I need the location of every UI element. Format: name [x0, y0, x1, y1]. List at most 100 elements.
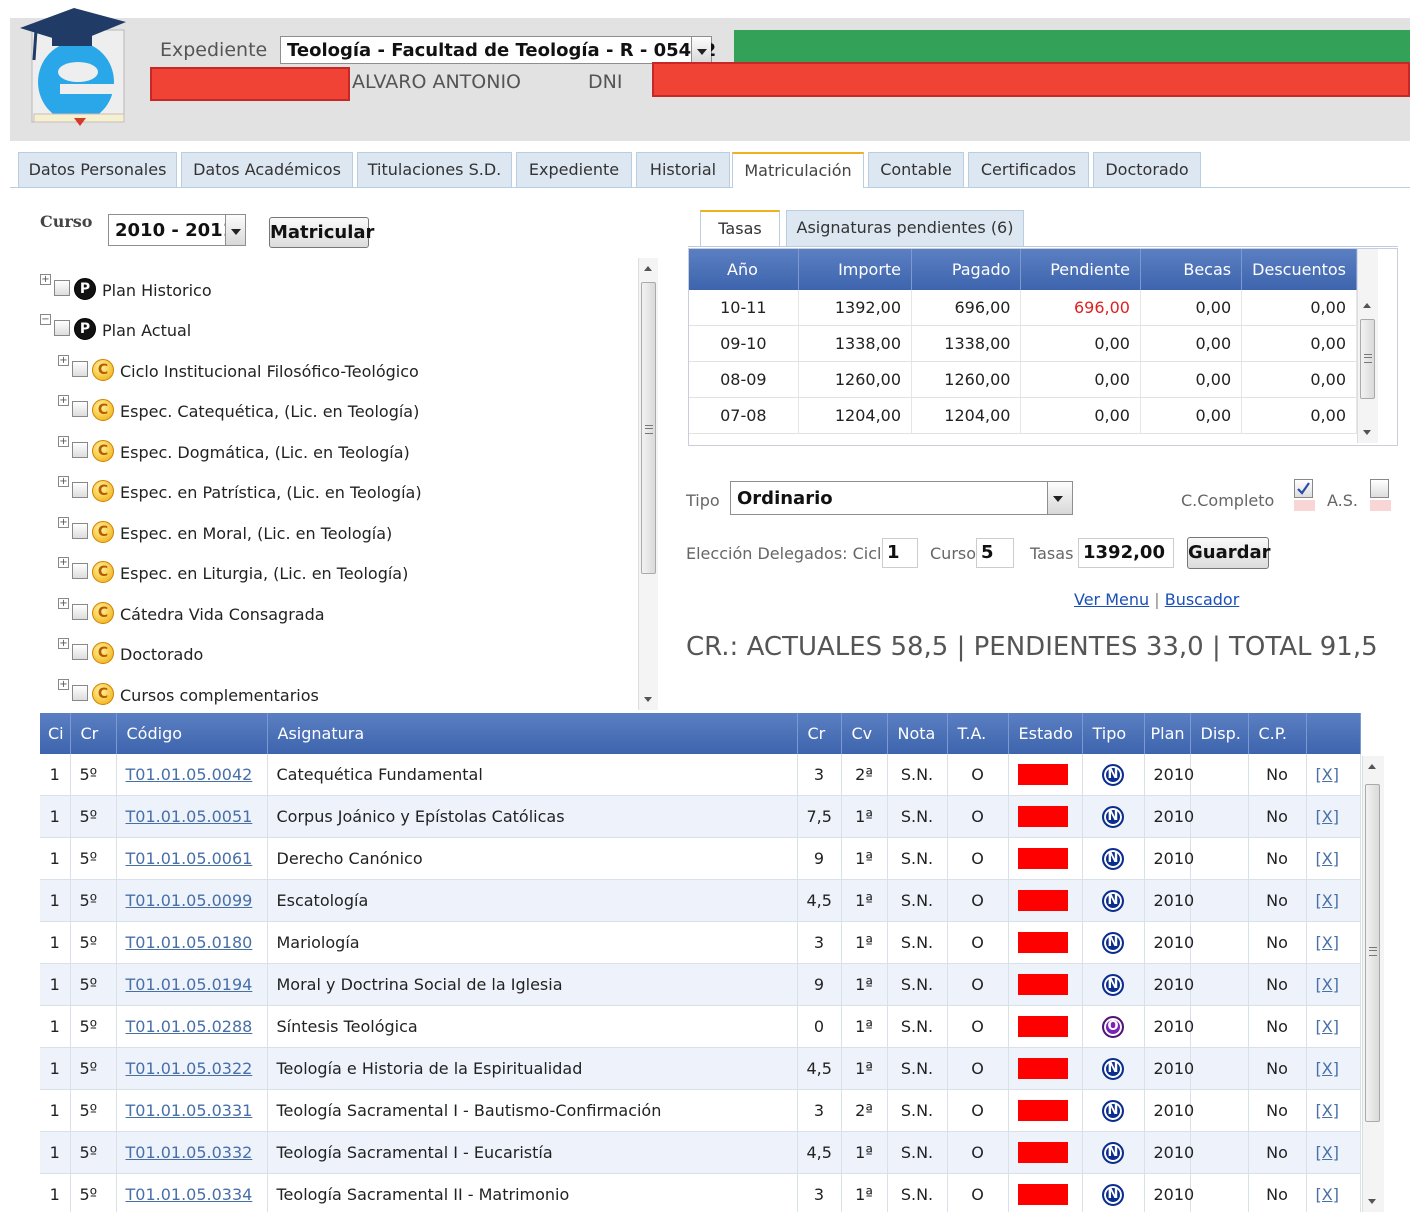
subtab-tasas[interactable]: Tasas — [700, 210, 780, 246]
remove-link[interactable]: [X] — [1316, 891, 1339, 910]
grid-header[interactable]: Plan — [1144, 713, 1191, 754]
remove-link[interactable]: [X] — [1316, 849, 1339, 868]
grid-scrollbar[interactable] — [1362, 756, 1384, 1212]
expediente-select[interactable]: Teología - Facultad de Teología - R - 05… — [280, 36, 716, 64]
table-row[interactable]: 1 5º T01.01.05.0288 Síntesis Teológica 0 1ª S.… — [40, 1005, 1361, 1048]
scroll-down-icon[interactable] — [644, 697, 652, 702]
grid-header[interactable]: Cr — [797, 713, 842, 754]
chevron-down-icon[interactable] — [225, 215, 245, 245]
tree-checkbox[interactable] — [72, 644, 88, 660]
curso-input[interactable]: 5 — [976, 538, 1014, 568]
table-row[interactable]: 1 5º T01.01.05.0099 Escatología 4,5 1ª S.N. O N 2… — [40, 879, 1361, 922]
table-row[interactable]: 1 5º T01.01.05.0194 Moral y Doctrina Social… — [40, 963, 1361, 1006]
matricular-button[interactable]: Matricular — [269, 217, 374, 248]
codigo-link[interactable]: T01.01.05.0051 — [126, 807, 253, 826]
scroll-up-icon[interactable] — [644, 266, 652, 271]
codigo-link[interactable]: T01.01.05.0042 — [126, 765, 253, 784]
table-row[interactable]: 1 5º T01.01.05.0061 Derecho Canónico 9 1ª S.N.… — [40, 837, 1361, 880]
expand-icon[interactable]: + — [58, 598, 69, 609]
grid-header[interactable]: Cr — [70, 713, 117, 754]
remove-link[interactable]: [X] — [1316, 1185, 1339, 1204]
tree-checkbox[interactable] — [72, 361, 88, 377]
chevron-down-icon[interactable] — [1047, 482, 1072, 514]
chevron-down-icon[interactable] — [691, 37, 711, 63]
codigo-link[interactable]: T01.01.05.0334 — [126, 1185, 253, 1204]
expand-icon[interactable]: + — [58, 557, 69, 568]
tree-checkbox[interactable] — [72, 604, 88, 620]
tab-expediente[interactable]: Expediente — [516, 152, 632, 187]
table-row[interactable]: 1 5º T01.01.05.0334 Teología Sacramental II… — [40, 1173, 1361, 1212]
table-row[interactable]: 1 5º T01.01.05.0180 Mariología 3 1ª S.N. O N 2010… — [40, 921, 1361, 964]
tasas-scrollbar[interactable] — [1357, 249, 1378, 443]
tree-scrollbar[interactable] — [638, 258, 658, 710]
remove-link[interactable]: [X] — [1316, 975, 1339, 994]
tab-titulaciones[interactable]: Titulaciones S.D. — [357, 152, 512, 187]
tab-datos-personales[interactable]: Datos Personales — [18, 152, 177, 187]
expand-icon[interactable]: + — [58, 355, 69, 366]
scroll-up-icon[interactable] — [1368, 764, 1376, 769]
remove-link[interactable]: [X] — [1316, 933, 1339, 952]
table-row[interactable]: 1 5º T01.01.05.0051 Corpus Joánico y Epísto… — [40, 795, 1361, 838]
tree-checkbox[interactable] — [72, 401, 88, 417]
expand-icon[interactable]: + — [58, 638, 69, 649]
table-row[interactable]: 09-10 1338,00 1338,00 0,00 0,00 0,00 — [689, 325, 1357, 362]
tab-datos-academicos[interactable]: Datos Académicos — [181, 152, 353, 187]
table-row[interactable]: 1 5º T01.01.05.0331 Teología Sacramental I … — [40, 1089, 1361, 1132]
grid-header[interactable]: Ci — [40, 713, 71, 754]
grid-header[interactable]: Estado — [1008, 713, 1083, 754]
scroll-thumb[interactable] — [1365, 784, 1380, 1122]
expand-icon[interactable]: + — [58, 436, 69, 447]
expand-icon[interactable]: + — [58, 476, 69, 487]
scroll-thumb[interactable] — [641, 282, 656, 574]
codigo-link[interactable]: T01.01.05.0180 — [126, 933, 253, 952]
ciclo-input[interactable]: 1 — [882, 538, 918, 568]
remove-link[interactable]: [X] — [1316, 807, 1339, 826]
codigo-link[interactable]: T01.01.05.0322 — [126, 1059, 253, 1078]
as-checkbox[interactable] — [1370, 479, 1389, 498]
expand-icon[interactable]: + — [58, 395, 69, 406]
scroll-down-icon[interactable] — [1363, 430, 1371, 435]
tasas-input[interactable]: 1392,00 — [1078, 538, 1174, 568]
tab-certificados[interactable]: Certificados — [968, 152, 1089, 187]
tree-checkbox[interactable] — [72, 442, 88, 458]
grid-header[interactable]: Tipo — [1082, 713, 1145, 754]
grid-header[interactable]: T.A. — [947, 713, 1009, 754]
ver-menu-link[interactable]: Ver Menu — [1074, 590, 1149, 609]
tree-checkbox[interactable] — [72, 523, 88, 539]
scroll-down-icon[interactable] — [1368, 1199, 1376, 1204]
table-row[interactable]: 07-08 1204,00 1204,00 0,00 0,00 0,00 — [689, 397, 1357, 434]
tipo-select[interactable]: Ordinario — [730, 481, 1073, 515]
grid-header[interactable]: Disp. — [1190, 713, 1249, 754]
curso-select[interactable]: 2010 - 2011 — [108, 214, 246, 246]
table-row[interactable]: 10-11 1392,00 696,00 696,00 0,00 0,00 — [689, 290, 1357, 326]
tree-checkbox[interactable] — [72, 685, 88, 701]
ccompleto-checkbox[interactable] — [1294, 479, 1313, 498]
codigo-link[interactable]: T01.01.05.0332 — [126, 1143, 253, 1162]
tree-checkbox[interactable] — [72, 563, 88, 579]
table-row[interactable]: 08-09 1260,00 1260,00 0,00 0,00 0,00 — [689, 361, 1357, 398]
guardar-button[interactable]: Guardar — [1187, 537, 1271, 569]
expand-icon[interactable]: + — [58, 679, 69, 690]
grid-header[interactable]: Cv — [841, 713, 888, 754]
tab-contable[interactable]: Contable — [868, 152, 964, 187]
tasas-header[interactable]: Descuentos — [1241, 249, 1357, 290]
tab-doctorado[interactable]: Doctorado — [1093, 152, 1201, 187]
subtab-asignaturas-pendientes[interactable]: Asignaturas pendientes (6) — [786, 210, 1024, 246]
table-row[interactable]: 1 5º T01.01.05.0042 Catequética Fundamental… — [40, 754, 1361, 796]
remove-link[interactable]: [X] — [1316, 1143, 1339, 1162]
collapse-icon[interactable]: − — [40, 314, 51, 325]
tab-historial[interactable]: Historial — [636, 152, 730, 187]
tasas-header[interactable]: Importe — [798, 249, 913, 290]
grid-header[interactable]: C.P. — [1248, 713, 1307, 754]
codigo-link[interactable]: T01.01.05.0194 — [126, 975, 253, 994]
expand-icon[interactable]: + — [40, 274, 51, 285]
tree-checkbox[interactable] — [54, 320, 70, 336]
scroll-up-icon[interactable] — [1363, 303, 1371, 308]
tasas-header[interactable]: Becas — [1140, 249, 1243, 290]
tasas-header[interactable]: Pendiente — [1020, 249, 1141, 290]
tree-checkbox[interactable] — [54, 280, 70, 296]
codigo-link[interactable]: T01.01.05.0288 — [126, 1017, 253, 1036]
codigo-link[interactable]: T01.01.05.0331 — [126, 1101, 253, 1120]
remove-link[interactable]: [X] — [1316, 1059, 1339, 1078]
tab-matriculacion[interactable]: Matriculación — [732, 152, 864, 188]
